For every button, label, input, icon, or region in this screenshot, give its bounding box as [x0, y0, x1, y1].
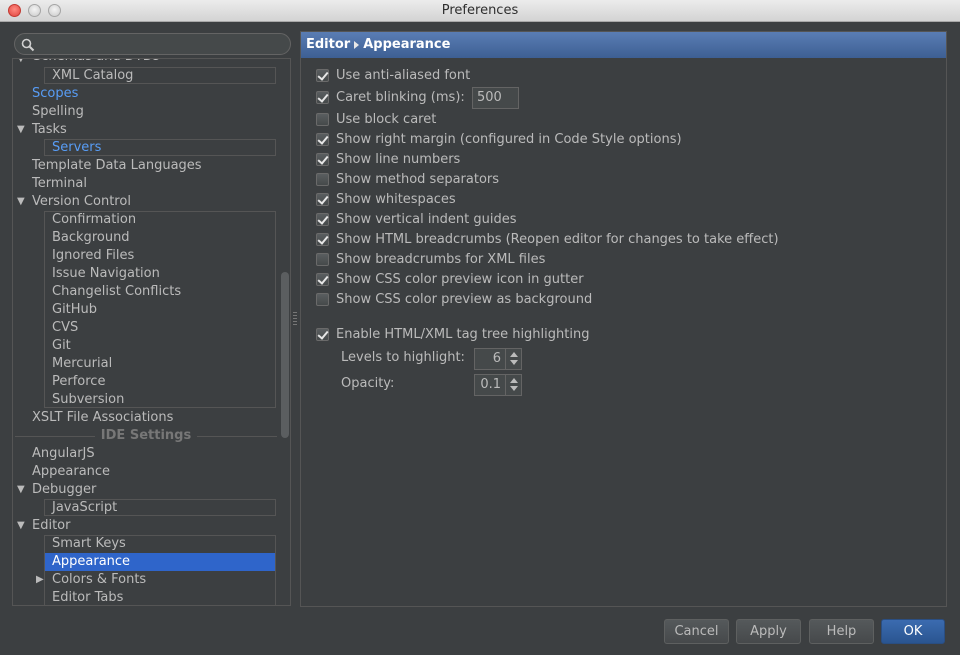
breadcrumb-current: Appearance	[363, 37, 451, 52]
tree-item-label: Subversion	[52, 392, 125, 407]
levels-label: Levels to highlight:	[341, 350, 465, 365]
tree-item-schemas[interactable]: Schemas and DTDs	[33, 59, 283, 66]
help-button[interactable]: Help	[809, 619, 874, 644]
option-label: Enable HTML/XML tag tree highlighting	[336, 327, 590, 342]
checkbox[interactable]	[316, 91, 329, 104]
breadcrumb-parent[interactable]: Editor	[306, 37, 350, 52]
tree-item-label: Changelist Conflicts	[52, 284, 182, 299]
opacity-label: Opacity:	[341, 376, 395, 391]
spinner-arrows-icon[interactable]	[505, 375, 521, 395]
checkbox[interactable]	[316, 213, 329, 226]
spinner-arrows-icon[interactable]	[505, 349, 521, 369]
chevron-down-icon[interactable]: ▼	[17, 59, 25, 64]
checkbox[interactable]	[316, 233, 329, 246]
tree-item-label: Appearance	[32, 464, 111, 479]
tree-item-label: Version Control	[32, 194, 131, 209]
tree-item-label: Issue Navigation	[52, 266, 160, 281]
tree-item-label: Background	[52, 230, 130, 245]
checkbox[interactable]	[316, 133, 329, 146]
checkbox[interactable]	[316, 273, 329, 286]
tree-item-label: CVS	[52, 320, 79, 335]
opacity-value: 0.1	[480, 377, 501, 392]
option-label: Show HTML breadcrumbs (Reopen editor for…	[336, 232, 779, 247]
tree-item-label: Smart Keys	[52, 536, 126, 551]
chevron-down-icon[interactable]: ▼	[17, 484, 25, 495]
tree-item-label: JavaScript	[52, 500, 118, 515]
option-label: Show breadcrumbs for XML files	[336, 252, 546, 267]
option-label: Use anti-aliased font	[336, 68, 471, 83]
tree-item-label: Terminal	[32, 176, 87, 191]
chevron-down-icon[interactable]: ▼	[17, 124, 25, 135]
checkbox[interactable]	[316, 193, 329, 206]
settings-content-panel: Editor Appearance Use anti-aliased font C…	[300, 31, 947, 607]
tree-item-label: Git	[52, 338, 71, 353]
settings-tree[interactable]: Schemas and DTDs ▼ XML Catalog Scopes Sp…	[12, 58, 291, 606]
checkbox[interactable]	[316, 328, 329, 341]
tree-item-label: Perforce	[52, 374, 106, 389]
tree-item-label: XSLT File Associations	[32, 410, 174, 425]
breadcrumb: Editor Appearance	[301, 32, 946, 58]
tree-item-label: Debugger	[32, 482, 97, 497]
splitter-handle[interactable]	[293, 312, 297, 326]
tree-item-label: Servers	[52, 140, 102, 155]
chevron-right-icon	[354, 40, 360, 49]
chevron-right-icon[interactable]: ▶	[36, 574, 44, 585]
tree-scrollbar-thumb[interactable]	[281, 272, 289, 438]
option-label: Show whitespaces	[336, 192, 456, 207]
tree-item-label: Schemas and DTDs	[33, 59, 160, 66]
levels-value: 6	[492, 351, 501, 366]
chevron-down-icon[interactable]: ▼	[17, 196, 25, 207]
tree-item-label: Template Data Languages	[32, 158, 202, 173]
checkbox[interactable]	[316, 253, 329, 266]
tree-item-label: Spelling	[32, 104, 84, 119]
search-input[interactable]	[14, 33, 291, 55]
chevron-down-icon[interactable]: ▼	[17, 520, 25, 531]
checkbox[interactable]	[316, 69, 329, 82]
title-bar: Preferences	[0, 0, 960, 22]
search-icon	[21, 38, 35, 52]
option-label: Show method separators	[336, 172, 500, 187]
tree-item-label: Tasks	[32, 122, 67, 137]
tree-item-label: Scopes	[32, 86, 79, 101]
opacity-spinner[interactable]: 0.1	[474, 374, 522, 396]
checkbox[interactable]	[316, 173, 329, 186]
tree-item-label: Editor Tabs	[52, 590, 124, 605]
option-label: Use block caret	[336, 112, 437, 127]
tree-item-label: GitHub	[52, 302, 98, 317]
option-label: Show vertical indent guides	[336, 212, 517, 227]
tree-item-label: XML Catalog	[52, 68, 134, 83]
option-label: Show right margin (configured in Code St…	[336, 132, 682, 147]
tree-item-label: Appearance	[52, 554, 131, 569]
caret-blinking-ms-input[interactable]: 500	[472, 87, 519, 109]
tree-item-label: Ignored Files	[52, 248, 135, 263]
section-header-ide-settings: IDE Settings	[100, 428, 192, 443]
tree-item-label: Confirmation	[52, 212, 137, 227]
apply-button[interactable]: Apply	[736, 619, 801, 644]
tree-item-appearance-editor-selected[interactable]: Appearance	[45, 553, 275, 571]
tree-item-label: AngularJS	[32, 446, 95, 461]
tree-item-label: Editor	[32, 518, 71, 533]
checkbox[interactable]	[316, 153, 329, 166]
checkbox[interactable]	[316, 293, 329, 306]
window-title: Preferences	[441, 3, 519, 18]
option-label: Caret blinking (ms):	[336, 90, 465, 105]
ok-button[interactable]: OK	[881, 619, 945, 644]
option-label: Show CSS color preview as background	[336, 292, 593, 307]
option-label: Show line numbers	[336, 152, 461, 167]
option-label: Show CSS color preview icon in gutter	[336, 272, 584, 287]
tree-item-label: Colors & Fonts	[52, 572, 147, 587]
checkbox[interactable]	[316, 113, 329, 126]
cancel-button[interactable]: Cancel	[664, 619, 729, 644]
levels-spinner[interactable]: 6	[474, 348, 522, 370]
tree-item-label: Mercurial	[52, 356, 113, 371]
